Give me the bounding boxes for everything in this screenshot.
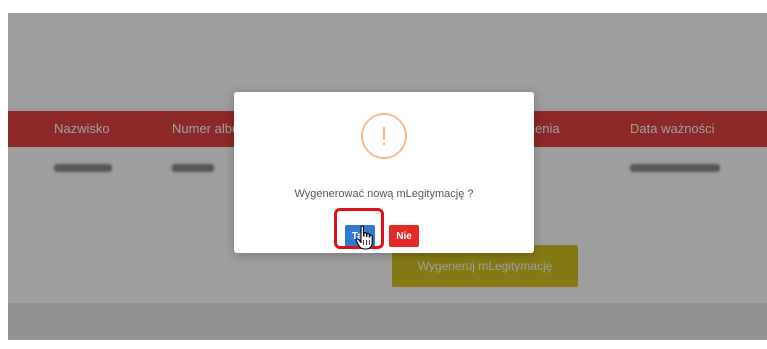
confirm-dialog: ! Wygenerować nową mLegitymację ? Tak Ni… [234,92,534,253]
warning-icon: ! [361,113,407,159]
screenshot-frame: Nazwisko Numer albu enia Data ważności W… [8,13,767,340]
confirm-yes-button[interactable]: Tak [345,225,375,247]
cancel-no-button[interactable]: Nie [389,225,419,247]
dialog-message: Wygenerować nową mLegitymację ? [294,188,474,200]
